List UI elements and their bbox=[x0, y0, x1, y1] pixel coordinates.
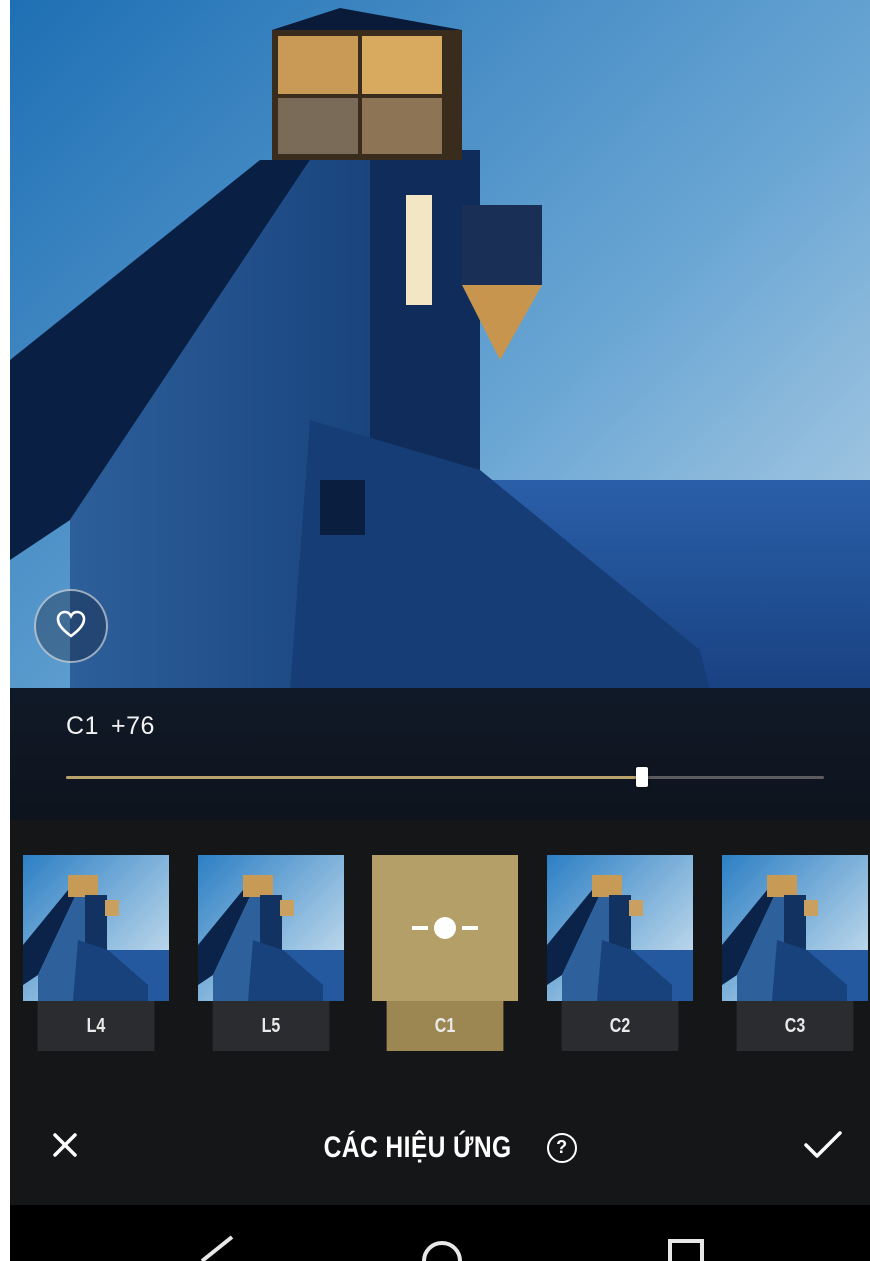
preset-strip[interactable]: L4 L5 C1 C2 C3 bbox=[10, 820, 870, 1090]
filter-adjust-panel: C1 +76 bbox=[10, 688, 870, 820]
effects-toolbar: CÁC HIỆU ỨNG ? bbox=[10, 1090, 870, 1205]
heart-icon bbox=[56, 610, 86, 643]
circle-home-icon[interactable] bbox=[420, 1235, 464, 1261]
toolbar-title-group: CÁC HIỆU ỨNG ? bbox=[10, 1090, 870, 1205]
preset-l4[interactable]: L4 bbox=[23, 855, 169, 1051]
preset-c3[interactable]: C3 bbox=[722, 855, 868, 1051]
app-screen: C1 +76 L4 L5 C1 C2 C3 CÁC HIỆU ỨNG ? bbox=[10, 0, 870, 1261]
filter-strength-label: C1 +76 bbox=[66, 712, 155, 741]
preset-c2[interactable]: C2 bbox=[547, 855, 693, 1051]
close-icon bbox=[52, 1132, 78, 1163]
confirm-button[interactable] bbox=[796, 1120, 850, 1174]
checkmark-icon bbox=[803, 1130, 843, 1165]
triangle-back-icon[interactable] bbox=[196, 1235, 236, 1261]
preset-label: L4 bbox=[37, 1001, 155, 1051]
preset-label: L5 bbox=[212, 1001, 330, 1051]
preset-label: C2 bbox=[561, 1001, 679, 1051]
slider-fill bbox=[66, 776, 643, 779]
page-title: CÁC HIỆU ỨNG bbox=[324, 1130, 512, 1164]
preset-thumbnail bbox=[198, 855, 344, 1001]
adjust-slider-icon bbox=[410, 915, 480, 946]
preset-l5[interactable]: L5 bbox=[198, 855, 344, 1051]
preset-label: C3 bbox=[736, 1001, 854, 1051]
square-recents-icon[interactable] bbox=[666, 1235, 706, 1261]
system-nav-bar bbox=[10, 1205, 870, 1261]
preset-thumbnail bbox=[23, 855, 169, 1001]
preset-thumbnail bbox=[547, 855, 693, 1001]
help-icon[interactable]: ? bbox=[546, 1132, 577, 1163]
filter-strength-value: +76 bbox=[110, 712, 155, 740]
strength-slider[interactable] bbox=[66, 766, 824, 790]
preset-c1[interactable]: C1 bbox=[372, 855, 518, 1051]
preset-thumbnail bbox=[722, 855, 868, 1001]
favorite-button[interactable] bbox=[34, 589, 108, 663]
slider-thumb[interactable] bbox=[636, 767, 649, 787]
preset-label: C1 bbox=[386, 1001, 504, 1051]
preset-thumbnail bbox=[372, 855, 518, 1001]
cancel-button[interactable] bbox=[38, 1120, 92, 1174]
filter-name: C1 bbox=[66, 712, 99, 740]
